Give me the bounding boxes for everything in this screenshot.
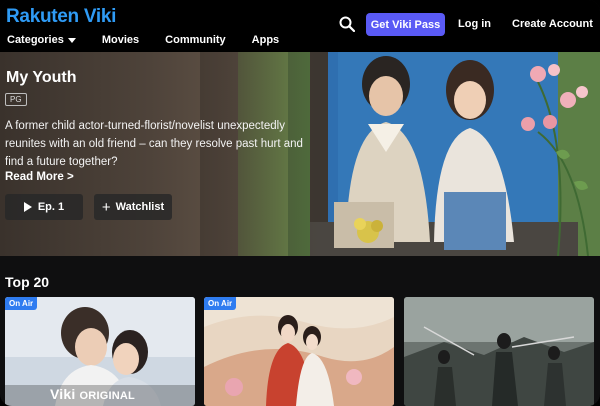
chevron-down-icon — [67, 37, 76, 43]
header: Rakuten Viki Categories Movies Community… — [0, 0, 600, 52]
watchlist-button[interactable]: + Watchlist — [94, 194, 172, 220]
show-card[interactable] — [404, 297, 594, 406]
plus-icon: + — [101, 198, 111, 216]
play-episode-label: Ep. 1 — [37, 201, 65, 213]
hero-banner[interactable]: My Youth PG A former child actor-turned-… — [0, 52, 600, 256]
main-nav: Categories Movies Community Apps — [7, 34, 305, 46]
search-icon[interactable] — [339, 16, 355, 32]
rating-badge: PG — [5, 93, 27, 106]
hero-title: My Youth — [6, 69, 77, 86]
play-icon — [23, 202, 32, 212]
login-link[interactable]: Log in — [458, 18, 491, 30]
on-air-badge: On Air — [204, 297, 237, 310]
nav-categories-label: Categories — [7, 34, 64, 46]
nav-community[interactable]: Community — [165, 34, 226, 46]
show-thumbnail — [204, 297, 394, 406]
on-air-badge: On Air — [5, 297, 38, 310]
create-account-link[interactable]: Create Account — [512, 18, 593, 30]
nav-movies[interactable]: Movies — [102, 34, 139, 46]
play-episode-button[interactable]: Ep. 1 — [5, 194, 83, 220]
show-thumbnail — [404, 297, 594, 406]
viki-original-label: Viki ORIGINAL — [50, 386, 135, 402]
logo[interactable]: Rakuten Viki — [6, 6, 116, 28]
nav-apps[interactable]: Apps — [252, 34, 280, 46]
hero-synopsis: A former child actor-turned-florist/nove… — [5, 120, 303, 168]
show-card[interactable]: On Air — [204, 297, 394, 406]
section-title-top20: Top 20 — [5, 274, 50, 290]
app-frame: Rakuten Viki Categories Movies Community… — [0, 0, 600, 406]
watchlist-label: Watchlist — [115, 201, 165, 213]
nav-categories[interactable]: Categories — [7, 34, 76, 46]
read-more-link[interactable]: Read More > — [5, 171, 74, 183]
show-card[interactable]: On Air Viki ORIGINAL — [5, 297, 195, 406]
viki-original-word: Viki — [50, 386, 76, 402]
get-viki-pass-button[interactable]: Get Viki Pass — [366, 13, 445, 36]
viki-original-suffix: ORIGINAL — [79, 390, 135, 402]
